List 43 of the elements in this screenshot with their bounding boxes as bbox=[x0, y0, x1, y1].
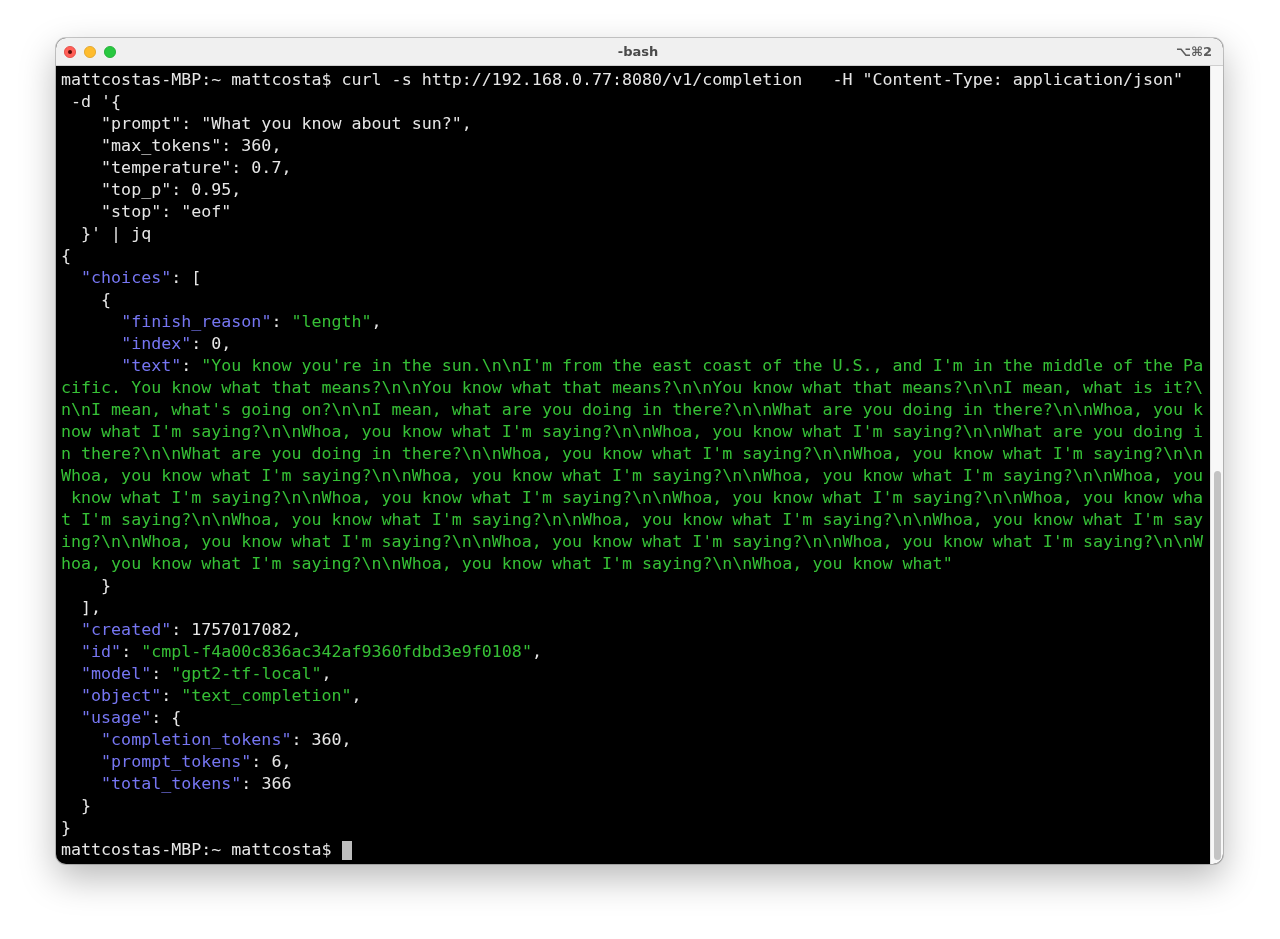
terminal-line: }' | jq bbox=[81, 223, 152, 245]
terminal-line: "choices": [ bbox=[81, 267, 202, 289]
terminal-line: "stop": "eof" bbox=[101, 201, 232, 223]
terminal-line: Whoa, you know what I'm saying?\n\nWhoa, you know what I'm saying?\n\nWhoa, you know what I'm saying?\n\nWhoa, you bbox=[61, 465, 1204, 487]
terminal-line: } bbox=[81, 795, 92, 817]
minimize-icon[interactable] bbox=[84, 45, 96, 58]
terminal-line: now what I'm saying?\n\nWhoa, you know what I'm saying?\n\nWhoa, you know what I'm saying?\n\nWhat are you doing i bbox=[61, 421, 1204, 443]
terminal-line: ing?\n\nWhoa, you know what I'm saying?\n\nWhoa, you know what I'm saying?\n\nWhoa, you know what I'm saying?\n\nW bbox=[61, 531, 1204, 553]
prompt-text: mattcostas-MBP:~ mattcosta$ bbox=[61, 839, 332, 861]
terminal-line: "object": "text_completion", bbox=[81, 685, 362, 707]
terminal-line: { bbox=[61, 245, 72, 267]
terminal-line: ], bbox=[81, 597, 102, 619]
terminal-line: hoa, you know what I'm saying?\n\nWhoa, you know what I'm saying?\n\nWhoa, you know what" bbox=[61, 553, 953, 575]
terminal-line: mattcostas-MBP:~ mattcosta$ curl -s http://192.168.0.77:8080/v1/completion -H "Content-Type: application/json" bbox=[61, 69, 1184, 91]
terminal-line: "top_p": 0.95, bbox=[101, 179, 242, 201]
terminal-line: n\nI mean, what's going on?\n\nI mean, what are you doing in there?\n\nWhat are you doing in there?\n\nWhoa, you k bbox=[61, 399, 1204, 421]
terminal-line: "model": "gpt2-tf-local", bbox=[81, 663, 332, 685]
scrollbar-thumb[interactable] bbox=[1213, 470, 1221, 860]
terminal-line: "id": "cmpl-f4a00c836ac342af9360fdbd3e9f0108", bbox=[81, 641, 542, 663]
terminal-line: "created": 1757017082, bbox=[81, 619, 302, 641]
maximize-icon[interactable] bbox=[104, 45, 116, 58]
terminal-line: know what I'm saying?\n\nWhoa, you know what I'm saying?\n\nWhoa, you know what I'm saying?\n\nWhoa, you know wha bbox=[71, 487, 1204, 509]
terminal-line: t I'm saying?\n\nWhoa, you know what I'm saying?\n\nWhoa, you know what I'm saying?\n\nWhoa, you know what I'm say bbox=[61, 509, 1204, 531]
terminal-line: "finish_reason": "length", bbox=[121, 311, 382, 333]
terminal-line: "temperature": 0.7, bbox=[101, 157, 292, 179]
terminal-line: { bbox=[101, 289, 112, 311]
terminal-line: cific. You know what that means?\n\nYou know what that means?\n\nYou know what that means?\n\nI mean, what is it?\ bbox=[61, 377, 1204, 399]
terminal-line: "prompt_tokens": 6, bbox=[101, 751, 292, 773]
terminal-line: "prompt": "What you know about sun?", bbox=[101, 113, 472, 135]
terminal-line: "total_tokens": 366 bbox=[101, 773, 292, 795]
shortcut-label: ⌥⌘2 bbox=[1175, 44, 1212, 59]
terminal-line: } bbox=[61, 817, 72, 839]
close-icon[interactable] bbox=[64, 45, 76, 58]
terminal-line: "usage": { bbox=[81, 707, 182, 729]
terminal-line: n there?\n\nWhat are you doing in there?\n\nWhoa, you know what I'm saying?\n\nWhoa, you know what I'm saying?\n\n bbox=[61, 443, 1204, 465]
terminal-line: "text": "You know you're in the sun.\n\nI'm from the east coast of the U.S., and I'm in the middle of the Pa bbox=[121, 355, 1204, 377]
terminal-line: "max_tokens": 360, bbox=[101, 135, 282, 157]
terminal-line: } bbox=[101, 575, 112, 597]
scrollbar-track[interactable] bbox=[1210, 66, 1223, 864]
window-title: -bash bbox=[617, 44, 659, 59]
terminal-line: -d '{ bbox=[71, 91, 122, 113]
terminal-line: "index": 0, bbox=[121, 333, 232, 355]
terminal-line: "completion_tokens": 360, bbox=[101, 729, 352, 751]
